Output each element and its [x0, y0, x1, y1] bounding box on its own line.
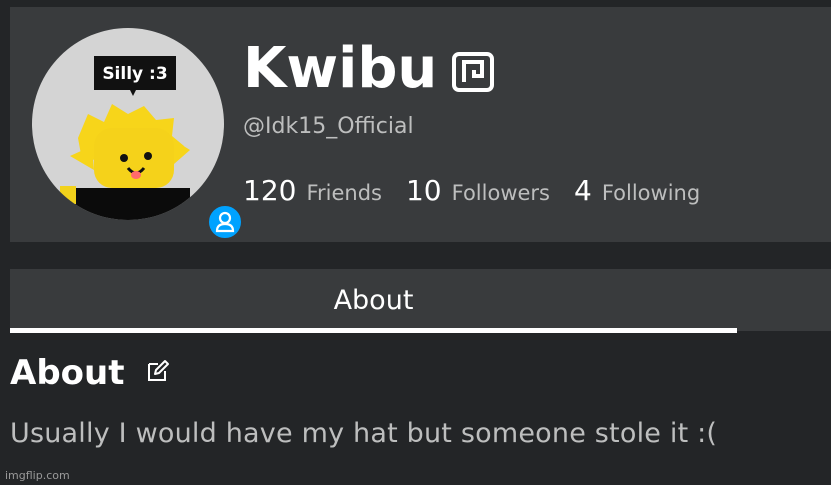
- stat-followers[interactable]: 10 Followers: [406, 174, 550, 207]
- person-icon: [215, 211, 235, 233]
- profile-stats: 120 Friends 10 Followers 4 Following: [243, 174, 724, 207]
- friends-count: 120: [243, 174, 297, 207]
- about-description: Usually I would have my hat but someone …: [10, 418, 718, 449]
- username: @Idk15_Official: [243, 114, 414, 139]
- stat-friends[interactable]: 120 Friends: [243, 174, 382, 207]
- tab-about[interactable]: About: [10, 269, 737, 331]
- followers-count: 10: [405, 174, 442, 207]
- user-status-icon[interactable]: [206, 203, 244, 241]
- avatar-character: Silly :3: [60, 56, 190, 220]
- followers-label: Followers: [451, 181, 550, 205]
- avatar-caption: Silly :3: [102, 64, 167, 84]
- display-name: Kwibu: [243, 36, 438, 101]
- avatar-image: Silly :3: [32, 28, 224, 220]
- avatar[interactable]: Silly :3: [32, 28, 244, 241]
- friends-label: Friends: [306, 181, 382, 205]
- about-heading: About: [10, 353, 125, 393]
- premium-icon: [452, 52, 494, 92]
- following-label: Following: [601, 181, 701, 205]
- following-count: 4: [574, 174, 592, 207]
- watermark: imgflip.com: [5, 469, 70, 482]
- stat-following[interactable]: 4 Following: [574, 174, 700, 207]
- active-tab-indicator: [10, 328, 737, 333]
- tab-bar: About: [10, 269, 831, 331]
- edit-icon[interactable]: [146, 359, 170, 383]
